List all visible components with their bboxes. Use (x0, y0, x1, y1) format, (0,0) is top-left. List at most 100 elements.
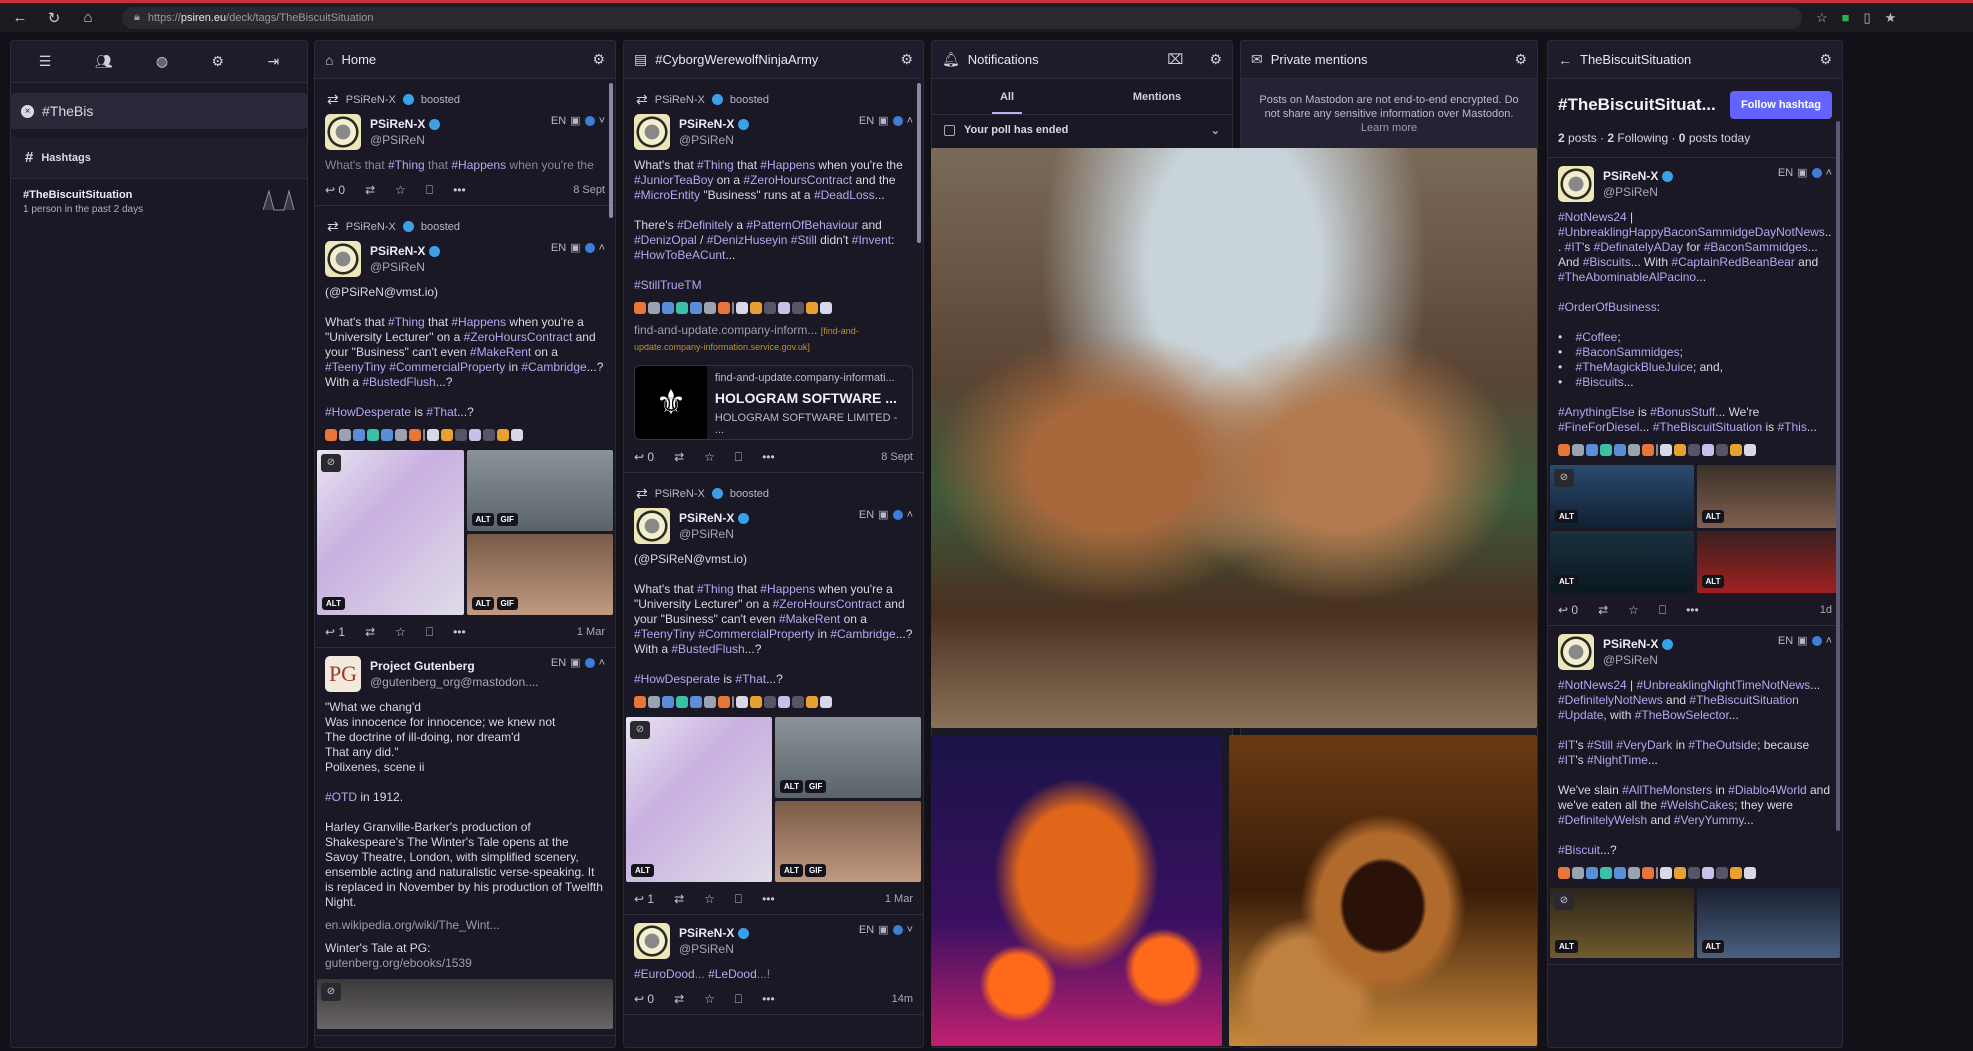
globe-icon[interactable]: ◍ (156, 53, 168, 70)
avatar[interactable]: PG (325, 656, 361, 692)
chevron-down-icon[interactable]: ˅ (907, 924, 913, 936)
hashtag-link[interactable]: #TheAbominableAlPacino (1558, 270, 1696, 284)
avatar[interactable] (634, 114, 670, 150)
preferences-icon[interactable]: ⚙ (212, 53, 225, 70)
post-time[interactable]: 8 Sept (881, 451, 913, 463)
hashtag-link[interactable]: #PatternOfBehaviour (746, 218, 858, 232)
notification-image-warriors[interactable] (931, 148, 1537, 728)
boost-button[interactable]: ⇄ (674, 892, 684, 906)
hashtag-link[interactable]: #MicroEntity (634, 188, 700, 202)
author-handle[interactable]: @gutenberg_org@mastodon.... (370, 675, 538, 689)
hashtag-link[interactable]: #ZeroHoursContract (773, 597, 882, 611)
avatar[interactable] (325, 241, 361, 277)
hashtag-link[interactable]: #MakeRent (779, 612, 840, 626)
chevron-up-icon[interactable]: ˄ (599, 657, 605, 669)
hashtag-link[interactable]: #VeryDark (1616, 738, 1672, 752)
hashtag-link[interactable]: #Invent (852, 233, 891, 247)
hashtag-link[interactable]: #Thing (388, 158, 425, 172)
chevron-up-icon[interactable]: ˄ (1826, 635, 1832, 647)
column-title[interactable]: #CyborgWerewolfNinjaArmy (655, 52, 818, 67)
hide-media-icon[interactable]: ⊘ (321, 983, 341, 1001)
post-time[interactable]: 1 Mar (577, 626, 605, 638)
collections-icon[interactable]: ★ (1885, 10, 1897, 26)
reply-button[interactable]: ↩ 1 (634, 892, 654, 906)
media-ezio-gif[interactable]: ALT GIF (775, 801, 921, 882)
hashtag-link[interactable]: #IT (1558, 738, 1575, 752)
author-handle[interactable]: @PSiReN (1603, 653, 1673, 667)
poll-ended-notification[interactable]: Your poll has ended ⌄ (932, 115, 1232, 145)
scrollbar[interactable] (1836, 121, 1840, 831)
notification-image-coffee[interactable] (1229, 735, 1537, 1046)
avatar[interactable] (634, 923, 670, 959)
hashtag-link[interactable]: #Still (1587, 738, 1613, 752)
boost-button[interactable]: ⇄ (365, 625, 375, 639)
boost-button[interactable]: ⇄ (674, 992, 684, 1006)
column-title[interactable]: Home (341, 52, 376, 67)
hashtag-link[interactable]: #OTD (325, 790, 357, 804)
hashtag-link[interactable]: #Biscuit (1558, 843, 1600, 857)
hide-media-icon[interactable]: ⊘ (1554, 892, 1574, 910)
hashtag-link[interactable]: #NotNews24 (1558, 210, 1627, 224)
media-desk[interactable]: ⊘ ALT (1550, 888, 1694, 958)
hashtag-link[interactable]: #Thing (697, 158, 734, 172)
hashtag-link[interactable]: #TheBiscuitSituation (1689, 693, 1798, 707)
hashtag-link[interactable]: #OrderOfBusiness (1558, 300, 1657, 314)
split-icon[interactable]: ▯ (1864, 10, 1871, 26)
hide-media-icon[interactable]: ⊘ (630, 721, 650, 739)
media-monitor[interactable]: ALT (1696, 888, 1840, 958)
author-name[interactable]: PSiReN-X (1603, 637, 1673, 651)
tab-mentions[interactable]: Mentions (1082, 79, 1232, 114)
media-gym[interactable]: ALT (1696, 465, 1840, 528)
hashtag-link[interactable]: #CaptainRedBeanBear (1671, 255, 1794, 269)
settings-icon[interactable]: ⚙ (1209, 51, 1222, 68)
alt-badge[interactable]: ALT (1701, 940, 1725, 953)
hashtag-link[interactable]: #LeDood (708, 967, 757, 981)
author-display-name[interactable]: PSiReN-X (370, 117, 425, 131)
author-display-name[interactable]: PSiReN-X (1603, 637, 1658, 651)
hashtag-link[interactable]: #Biscuits (1576, 375, 1624, 389)
column-title[interactable]: TheBiscuitSituation (1580, 52, 1691, 67)
author-name[interactable]: Project Gutenberg (370, 659, 538, 673)
author-name[interactable]: PSiReN-X (679, 926, 749, 940)
hashtag-link[interactable]: #FineForDiesel (1558, 420, 1639, 434)
hashtag-link[interactable]: #BustedFlush (671, 642, 744, 656)
address-bar[interactable]: 🔒︎ https://psiren.eu/deck/tags/TheBiscui… (122, 6, 1802, 29)
author-display-name[interactable]: PSiReN-X (679, 926, 734, 940)
column-title[interactable]: Private mentions (1271, 52, 1368, 67)
alt-badge[interactable]: ALT (471, 513, 495, 526)
hashtag-link[interactable]: #TheMagickBlueJuice (1576, 360, 1693, 374)
author-display-name[interactable]: PSiReN-X (679, 511, 734, 525)
hashtag-link[interactable]: #Happens (760, 158, 815, 172)
hashtag-link[interactable]: #EuroDood (634, 967, 695, 981)
chevron-up-icon[interactable]: ˄ (907, 509, 913, 521)
hide-media-icon[interactable]: ⊘ (321, 454, 341, 472)
favourite-button[interactable]: ☆ (704, 892, 715, 906)
hashtag-link[interactable]: #CommercialProperty (389, 360, 505, 374)
author-name[interactable]: PSiReN-X (1603, 169, 1673, 183)
favourite-button[interactable]: ☆ (1628, 603, 1639, 617)
bookmark-button[interactable]: ⎕ (735, 892, 742, 907)
reply-button[interactable]: ↩ 0 (325, 183, 345, 197)
hashtag-link[interactable]: #Cambridge (830, 627, 895, 641)
extension-icon[interactable]: ■ (1842, 10, 1850, 26)
link-preview-card[interactable]: ⚜ find-and-update.company-informati... HOL… (634, 365, 913, 440)
settings-icon[interactable]: ⚙ (900, 51, 913, 68)
alt-badge[interactable]: ALT (780, 780, 803, 793)
hashtag-link[interactable]: #Thing (388, 315, 425, 329)
hashtag-link[interactable]: #Happens (760, 582, 815, 596)
chevron-up-icon[interactable]: ˄ (907, 115, 913, 127)
author-display-name[interactable]: PSiReN-X (370, 244, 425, 258)
reply-button[interactable]: ↩ 0 (634, 450, 654, 464)
hashtag-link[interactable]: #BustedFlush (362, 375, 435, 389)
hashtag-link[interactable]: #TheBiscuitSituation (1653, 420, 1762, 434)
booster-name[interactable]: PSiReN-X (346, 94, 396, 106)
hashtag-link[interactable]: #Update (1558, 708, 1603, 722)
tab-all[interactable]: All (932, 79, 1082, 114)
media-red-scene[interactable]: ALT (1696, 530, 1840, 593)
hashtag-link[interactable]: #HowToBeACunt (634, 248, 725, 262)
author-handle[interactable]: @PSiReN (679, 527, 749, 541)
bookmark-button[interactable]: ⎕ (735, 450, 742, 465)
avatar[interactable] (325, 114, 361, 150)
learn-more-link[interactable]: Learn more (1361, 122, 1417, 134)
media-creed-gif[interactable]: ALT GIF (775, 717, 921, 798)
